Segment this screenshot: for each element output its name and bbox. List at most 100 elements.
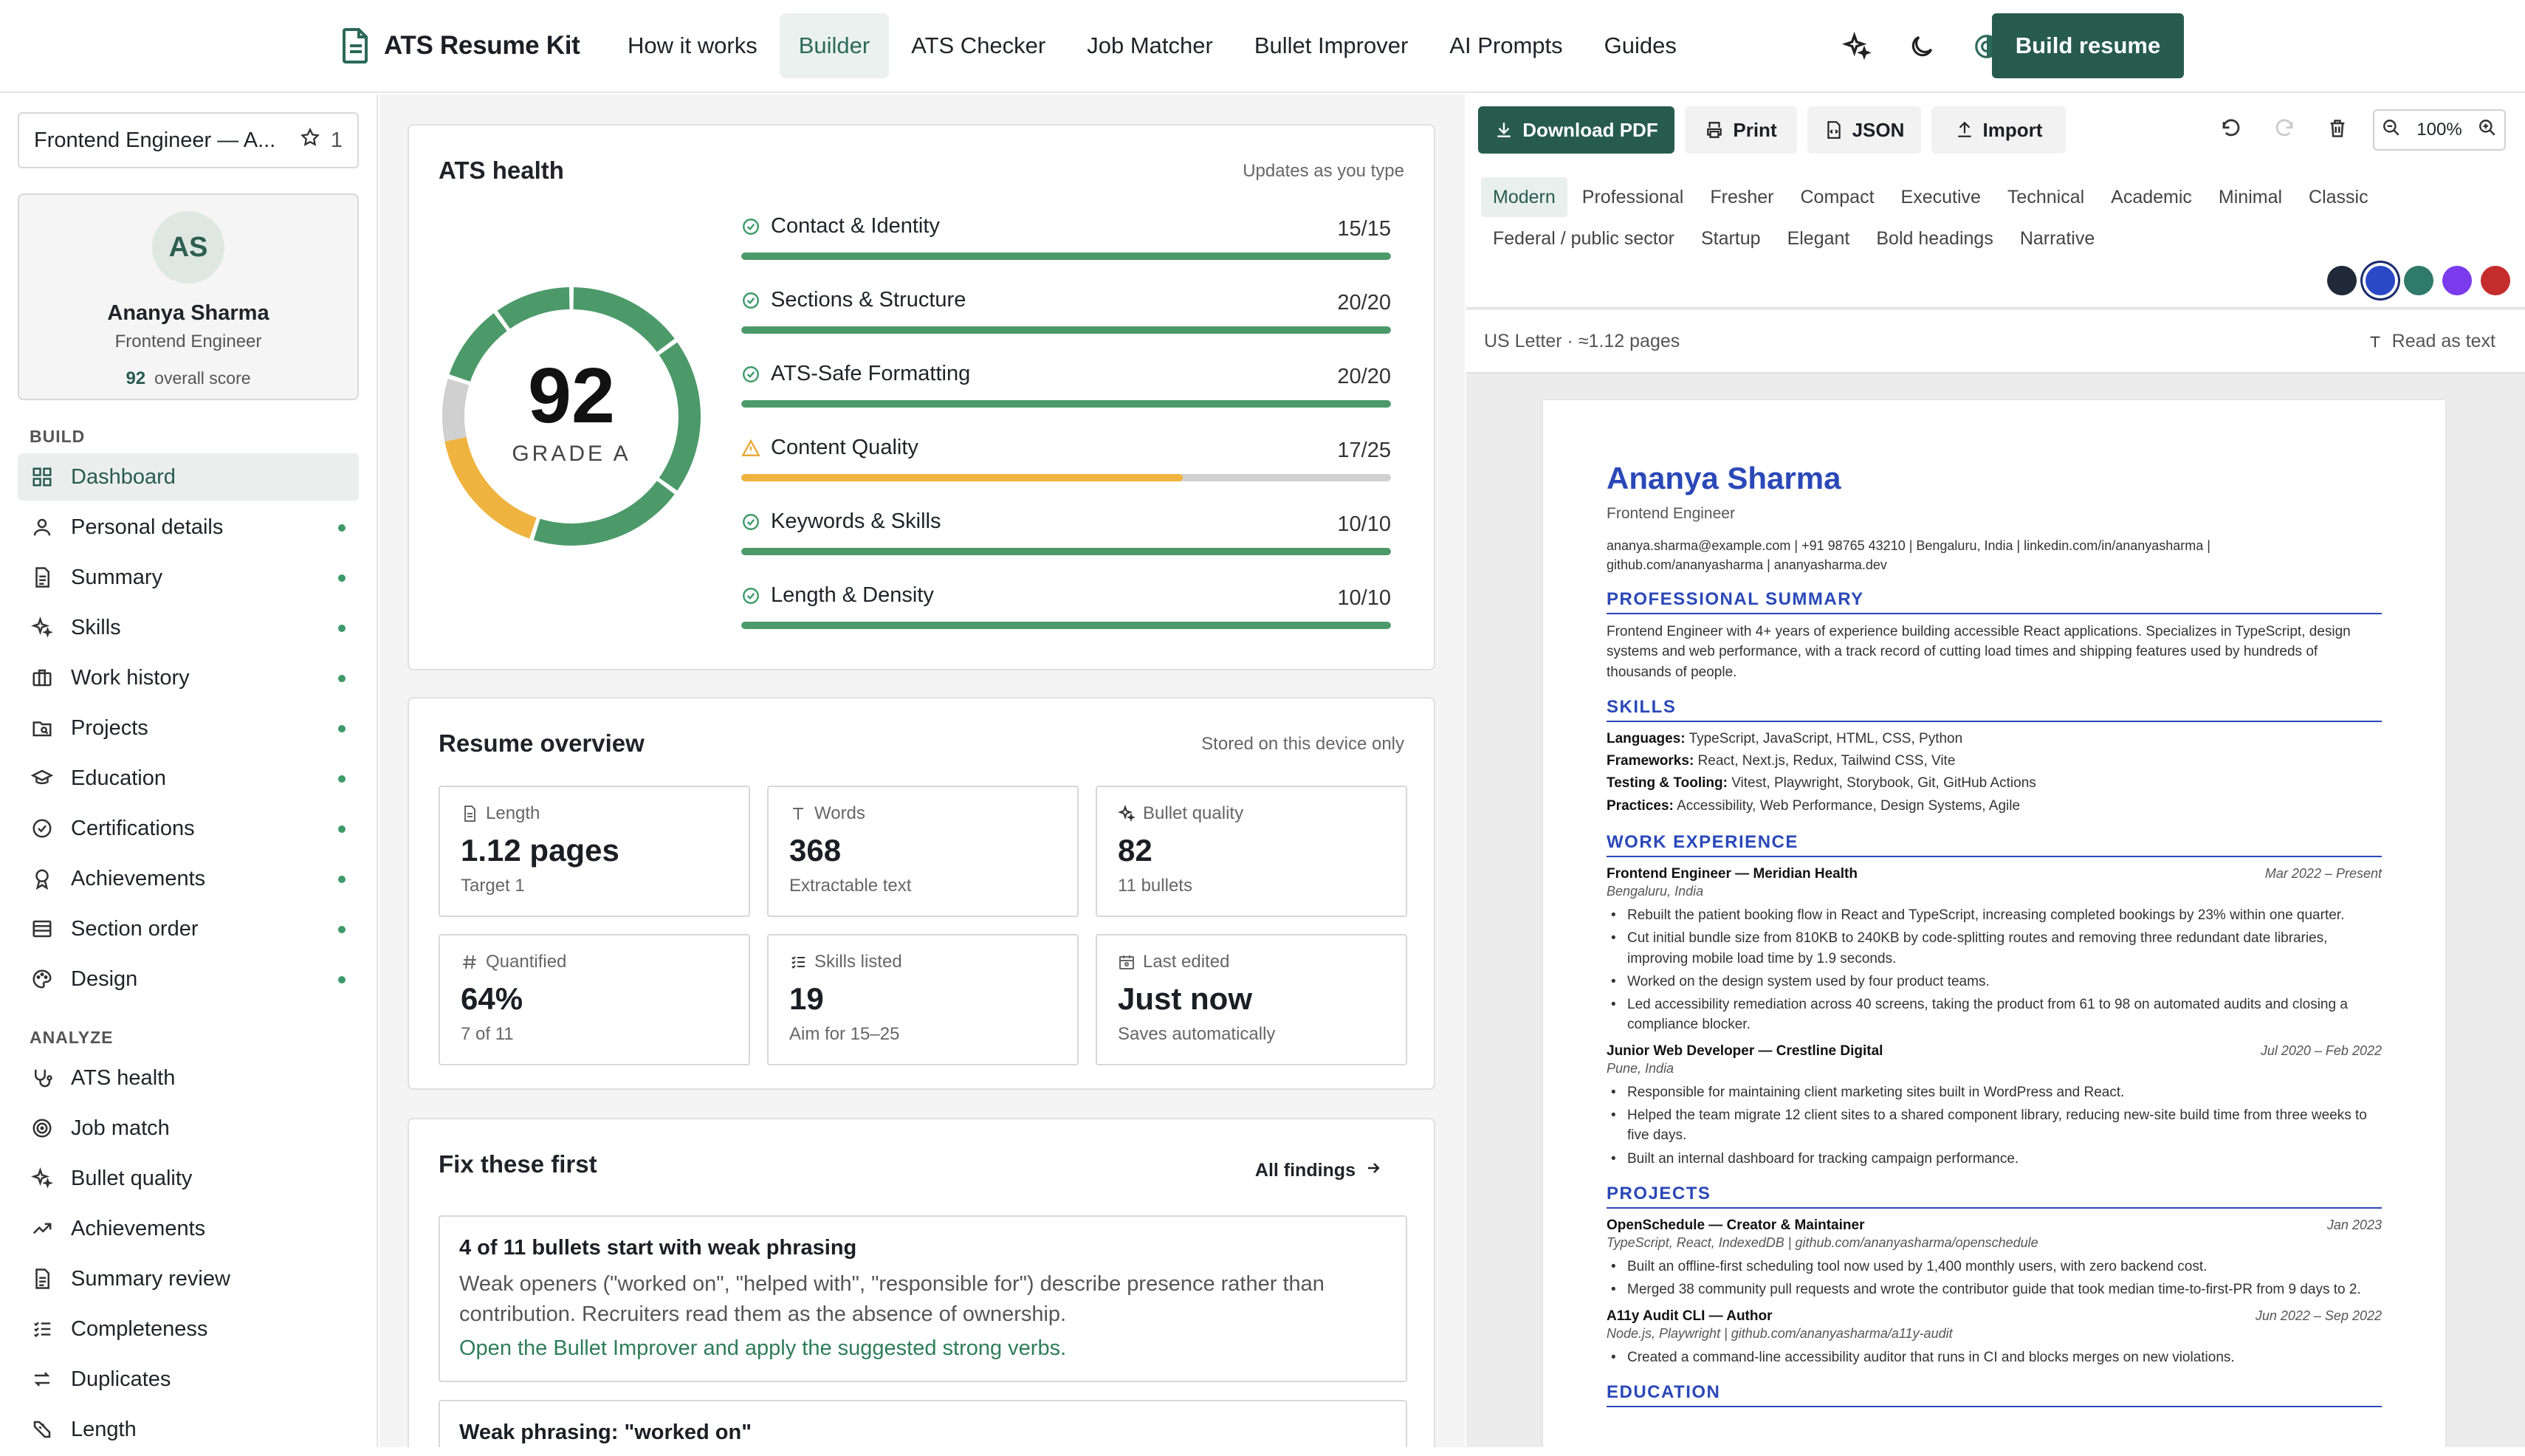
template-elegant[interactable]: Elegant bbox=[1776, 219, 1862, 258]
nav-item-guides[interactable]: Guides bbox=[1585, 13, 1696, 78]
resume-jobs: Frontend Engineer — Meridian Health Mar 2… bbox=[1607, 866, 2382, 1169]
sidebar-item-design[interactable]: Design bbox=[18, 955, 359, 1003]
brand[interactable]: ATS Resume Kit bbox=[341, 28, 580, 63]
nav-item-builder[interactable]: Builder bbox=[779, 13, 890, 78]
read-as-text-label: Read as text bbox=[2391, 331, 2495, 351]
category-progress-bar bbox=[741, 622, 1391, 629]
stat-length: Length 1.12 pages Target 1 bbox=[439, 786, 750, 917]
sidebar-item-work-history[interactable]: Work history bbox=[18, 654, 359, 701]
sidebar-item-label: Design bbox=[71, 966, 138, 991]
print-button[interactable]: Print bbox=[1685, 106, 1797, 154]
trend-up-icon bbox=[30, 1216, 55, 1241]
nav-item-how-it-works[interactable]: How it works bbox=[608, 13, 777, 78]
sidebar-item-projects[interactable]: Projects bbox=[18, 704, 359, 752]
all-findings-link[interactable]: All findings bbox=[1255, 1159, 1382, 1182]
category-progress-fill bbox=[741, 548, 1391, 555]
score-category[interactable]: Contact & Identity 15/15 bbox=[741, 208, 1391, 282]
finding-item[interactable]: 4 of 11 bullets start with weak phrasing… bbox=[439, 1215, 1407, 1382]
sidebar-item-summary[interactable]: Summary bbox=[18, 554, 359, 601]
complete-dot bbox=[338, 775, 346, 783]
score-category[interactable]: Content Quality 17/25 bbox=[741, 430, 1391, 504]
score-category[interactable]: ATS-Safe Formatting 20/20 bbox=[741, 356, 1391, 430]
template-academic[interactable]: Academic bbox=[2099, 177, 2204, 217]
sidebar-item-summary-review[interactable]: Summary review bbox=[18, 1255, 359, 1302]
stat-quantified: Quantified 64% 7 of 11 bbox=[439, 934, 750, 1065]
build-resume-button[interactable]: Build resume bbox=[1992, 13, 2184, 78]
graduation-cap-icon bbox=[30, 766, 55, 791]
stat-label: Bullet quality bbox=[1143, 803, 1244, 823]
sidebar-item-duplicates[interactable]: Duplicates bbox=[18, 1356, 359, 1403]
sidebar-item-achievements[interactable]: Achievements bbox=[18, 1205, 359, 1252]
document-selector[interactable]: Frontend Engineer — A... 1 bbox=[18, 112, 359, 168]
skill-values: Accessibility, Web Performance, Design S… bbox=[1677, 797, 2021, 814]
redo-icon[interactable] bbox=[2270, 114, 2299, 143]
color-swatch[interactable] bbox=[2442, 266, 2472, 295]
resume-role: Frontend Engineer bbox=[1607, 505, 1735, 522]
sidebar-item-dashboard[interactable]: Dashboard bbox=[18, 453, 359, 501]
score-category[interactable]: Sections & Structure 20/20 bbox=[741, 282, 1391, 356]
template-bold-headings[interactable]: Bold headings bbox=[1864, 219, 2004, 258]
sidebar-item-personal-details[interactable]: Personal details bbox=[18, 504, 359, 551]
stat-note: 7 of 11 bbox=[461, 1024, 514, 1044]
sparkle-icon bbox=[30, 615, 55, 640]
sidebar-item-job-match[interactable]: Job match bbox=[18, 1105, 359, 1152]
template-federal-public-sector[interactable]: Federal / public sector bbox=[1481, 219, 1686, 258]
profile-name: Ananya Sharma bbox=[107, 301, 269, 325]
template-professional[interactable]: Professional bbox=[1570, 177, 1696, 217]
color-swatch[interactable] bbox=[2327, 266, 2357, 295]
sidebar-item-certifications[interactable]: Certifications bbox=[18, 805, 359, 852]
fix-first-card: Fix these first All findings 4 of 11 bul… bbox=[408, 1118, 1435, 1447]
score-category[interactable]: Length & Density 10/10 bbox=[741, 577, 1391, 651]
template-startup[interactable]: Startup bbox=[1689, 219, 1773, 258]
sidebar-item-completeness[interactable]: Completeness bbox=[18, 1305, 359, 1353]
template-classic[interactable]: Classic bbox=[2297, 177, 2380, 217]
resume-project: OpenSchedule — Creator & Maintainer Jan 2… bbox=[1607, 1218, 2382, 1299]
resume-contact-line: ananya.sharma@example.com | +91 98765 43… bbox=[1607, 538, 2210, 553]
resume-bullet: Helped the team migrate 12 client sites … bbox=[1607, 1105, 2382, 1145]
zoom-out-icon[interactable] bbox=[2382, 118, 2401, 142]
nav-item-job-matcher[interactable]: Job Matcher bbox=[1068, 13, 1232, 78]
template-picker: Modern Professional Fresher Compact Executiv… bbox=[1481, 177, 2507, 260]
nav-item-ats-checker[interactable]: ATS Checker bbox=[892, 13, 1065, 78]
finding-action[interactable]: Open the Bullet Improver and apply the s… bbox=[459, 1336, 1387, 1361]
template-narrative[interactable]: Narrative bbox=[2008, 219, 2106, 258]
read-as-text-button[interactable]: Read as text bbox=[2367, 331, 2495, 352]
template-fresher[interactable]: Fresher bbox=[1698, 177, 1785, 217]
json-button[interactable]: JSON bbox=[1807, 106, 1921, 154]
nav-item-ai-prompts[interactable]: AI Prompts bbox=[1430, 13, 1581, 78]
check-circle-icon bbox=[743, 218, 759, 235]
preview-toolbar: Download PDF Print JSON Import 100% Mode… bbox=[1466, 95, 2525, 309]
nav-item-bullet-improver[interactable]: Bullet Improver bbox=[1235, 13, 1427, 78]
download-pdf-button[interactable]: Download PDF bbox=[1478, 106, 1674, 154]
color-swatch[interactable] bbox=[2366, 266, 2395, 295]
template-compact[interactable]: Compact bbox=[1788, 177, 1886, 217]
moon-icon[interactable] bbox=[1903, 28, 1940, 65]
template-minimal[interactable]: Minimal bbox=[2207, 177, 2294, 217]
finding-item[interactable]: Weak phrasing: "worked on" bbox=[439, 1400, 1407, 1447]
undo-icon[interactable] bbox=[2216, 114, 2246, 143]
color-swatch[interactable] bbox=[2404, 266, 2433, 295]
hash-icon bbox=[461, 953, 478, 971]
import-button[interactable]: Import bbox=[1931, 106, 2066, 154]
resume-projects: OpenSchedule — Creator & Maintainer Jan 2… bbox=[1607, 1218, 2382, 1368]
sidebar-item-section-order[interactable]: Section order bbox=[18, 905, 359, 952]
template-executive[interactable]: Executive bbox=[1889, 177, 1993, 217]
template-modern[interactable]: Modern bbox=[1481, 177, 1567, 217]
template-technical[interactable]: Technical bbox=[1996, 177, 2096, 217]
star-icon[interactable] bbox=[300, 127, 320, 154]
trash-icon[interactable] bbox=[2323, 114, 2352, 143]
color-swatch[interactable] bbox=[2481, 266, 2510, 295]
stat-bullet-quality: Bullet quality 82 11 bullets bbox=[1096, 786, 1407, 917]
sparkle-icon[interactable] bbox=[1838, 28, 1875, 65]
resume-heading-work: WORK EXPERIENCE bbox=[1607, 832, 2382, 858]
sidebar-item-achievements[interactable]: Achievements bbox=[18, 855, 359, 902]
sidebar-item-ats-health[interactable]: ATS health bbox=[18, 1054, 359, 1102]
sidebar-item-length[interactable]: Length bbox=[18, 1406, 359, 1453]
gauge-segment-filled bbox=[533, 481, 675, 546]
sidebar-item-skills[interactable]: Skills bbox=[18, 604, 359, 651]
sparkle-icon bbox=[30, 1166, 55, 1191]
sidebar-item-bullet-quality[interactable]: Bullet quality bbox=[18, 1155, 359, 1202]
zoom-in-icon[interactable] bbox=[2478, 118, 2497, 142]
score-category[interactable]: Keywords & Skills 10/10 bbox=[741, 504, 1391, 577]
sidebar-item-education[interactable]: Education bbox=[18, 755, 359, 802]
